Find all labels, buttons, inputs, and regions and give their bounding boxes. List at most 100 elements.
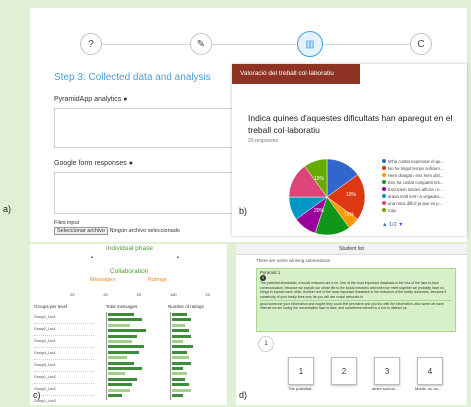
- bar: [172, 361, 191, 365]
- group-row: Group3_Lev1: [34, 336, 94, 348]
- label-d: d): [239, 390, 248, 400]
- legend-label: Escriviem tots/es alhora i e...: [388, 187, 443, 192]
- pie-label: 15%: [344, 212, 355, 218]
- steps-connector: [90, 44, 427, 45]
- card-4[interactable]: 4: [417, 357, 443, 385]
- bar: [172, 313, 188, 316]
- legend-dot: [382, 166, 386, 170]
- legend-label: Cap: [388, 208, 396, 213]
- student-list-header: Student list: [236, 244, 467, 255]
- legend-label: Hem divagat i ens hem disl...: [388, 173, 444, 178]
- legend-item: M'ha costat expressar el qu...: [382, 158, 464, 165]
- answer-text: The potential drawbacks of social networ…: [260, 281, 452, 302]
- card-2[interactable]: 2: [331, 357, 357, 385]
- number-of-ratings: Number of ratings: [168, 304, 204, 309]
- card-caption-3: amex somon...: [372, 386, 399, 391]
- step-refresh-icon[interactable]: C: [410, 33, 432, 55]
- step-help-icon[interactable]: ?: [80, 33, 102, 55]
- analytics-label: PyramidApp analytics ●: [54, 96, 128, 103]
- bar: [108, 388, 130, 392]
- step-edit-icon[interactable]: ✎: [190, 33, 212, 55]
- panel-d: Student list There are some winning subm…: [236, 244, 467, 405]
- ratings-title: Ratings: [148, 277, 167, 283]
- individual-phase: Individual phase: [106, 245, 153, 252]
- legend-dot: [382, 159, 386, 163]
- pie-chart: 15% 10% 20% 15%: [288, 158, 366, 236]
- panel-c: Individual phase ▲ ▲ Collaboration Messag…: [30, 244, 227, 405]
- bar: [172, 372, 188, 376]
- bar: [172, 388, 191, 392]
- bar: [172, 323, 186, 327]
- card-3[interactable]: 3: [374, 357, 400, 385]
- legend-dot: [382, 208, 386, 212]
- file-status: Ningún archivo seleccionado: [109, 228, 180, 234]
- bar: [108, 372, 125, 376]
- legend-item: una mica difícil ja que es p...: [382, 200, 464, 207]
- pie-label: 20%: [314, 208, 325, 214]
- legend-dot: [382, 173, 386, 177]
- winning-notice: There are some winning submissions: [256, 258, 331, 263]
- bar: [172, 394, 184, 397]
- page-indicator[interactable]: 1: [258, 336, 274, 352]
- legend-item: Ens ha costat compartir les...: [382, 179, 464, 186]
- legend-item: Hem divagat i ens hem disl...: [382, 172, 464, 179]
- pie-label: 10%: [346, 192, 357, 198]
- bar: [108, 394, 123, 397]
- groups-per-level: Groups per level: [34, 304, 68, 309]
- bar: [172, 350, 188, 354]
- responses-box[interactable]: [54, 172, 236, 214]
- bar: [172, 318, 191, 322]
- card-caption-4: Modis .ou ca...: [415, 386, 442, 391]
- bar: [172, 334, 191, 338]
- pyramid-label: Pyramid 1: [260, 270, 281, 275]
- files-label: Files input: [54, 220, 80, 226]
- legend-pager[interactable]: ▲ 1/2 ▼: [382, 222, 404, 228]
- bar: [172, 329, 190, 333]
- legend-label: Ens ha costat compartir les...: [388, 180, 444, 185]
- question-title: Indica quines d'aquestes dificultats han…: [248, 113, 453, 135]
- bar: [108, 356, 128, 360]
- legend-label: una mica difícil ja que es p...: [388, 201, 443, 206]
- answer-box: Pyramid 1 5 The potential drawbacks of s…: [256, 268, 456, 332]
- group-row: Group2_Lev1: [34, 324, 94, 336]
- card-1[interactable]: 1: [288, 357, 314, 385]
- bar: [108, 340, 132, 343]
- group-row: Group5_Lev1: [34, 360, 94, 372]
- info-icon: ●: [123, 96, 128, 103]
- file-button[interactable]: Seleccionar archivo: [54, 227, 108, 235]
- legend-item: No he tingut temps suficien...: [382, 165, 464, 172]
- label-a: a): [3, 204, 12, 214]
- page-title: Step 3: Collected data and analysis: [54, 72, 211, 83]
- form-header: Valoració del treball col·laboratiu: [232, 64, 360, 84]
- legend: M'ha costat expressar el qu... No he ting…: [382, 158, 464, 214]
- bar: [172, 340, 184, 343]
- bar: [172, 345, 193, 349]
- answer-text-2: good someone your information and maybe …: [260, 302, 444, 311]
- bar: [172, 356, 190, 360]
- pie-label: 15%: [314, 176, 325, 182]
- groups-list: Group1_Lev1 Group2_Lev1 Group3_Lev1 Group4_…: [34, 312, 94, 405]
- legend-label: M'ha costat expressar el qu...: [388, 159, 444, 164]
- student-bars: [106, 312, 157, 400]
- bar: [108, 334, 137, 338]
- stat-values: 20 20 20 180 20: [70, 292, 210, 297]
- bar: [108, 350, 140, 354]
- info-icon: ●: [128, 160, 133, 167]
- responses-label: Google form responses ●: [54, 160, 133, 167]
- file-input[interactable]: Seleccionar archivo Ningún archivo selec…: [54, 227, 180, 235]
- legend-dot: [382, 187, 386, 191]
- bar: [108, 377, 137, 381]
- panel-b: Valoració del treball col·laboratiu Indi…: [232, 64, 467, 236]
- bar: [108, 345, 144, 349]
- step-analytics-icon[interactable]: ▥: [297, 31, 323, 57]
- bar: [108, 329, 147, 333]
- card-caption-1: The potential...: [288, 386, 315, 391]
- responses-count: 20 responses: [248, 138, 279, 144]
- label-c: c): [33, 390, 41, 400]
- bar: [108, 367, 142, 370]
- bar: [172, 383, 190, 387]
- group-row: Group1_Lev3: [34, 396, 94, 405]
- total-messages: Total messages: [106, 304, 138, 309]
- analytics-box[interactable]: [54, 108, 236, 148]
- bar: [108, 361, 135, 365]
